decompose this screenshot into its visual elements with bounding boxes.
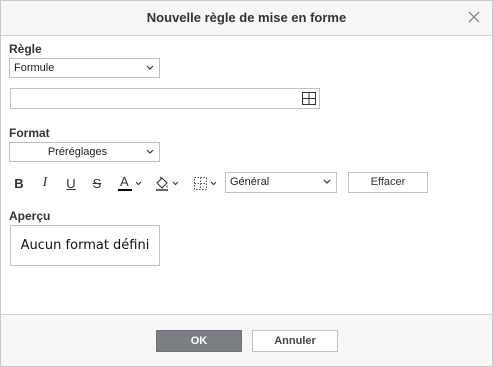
paint-bucket-icon: [156, 176, 168, 191]
borders-icon: [193, 176, 207, 190]
chevron-down-icon: [146, 149, 154, 154]
underline-button[interactable]: U: [63, 173, 79, 193]
chevron-down-icon: [323, 179, 331, 184]
font-color-letter: A: [120, 174, 129, 189]
bold-icon: B: [14, 175, 24, 191]
dialog-titlebar: Nouvelle règle de mise en forme: [1, 1, 492, 36]
formula-input[interactable]: [13, 90, 297, 107]
conditional-format-dialog: Nouvelle règle de mise en forme Règle Fo…: [0, 0, 493, 367]
format-label: Format: [9, 126, 50, 140]
cancel-button[interactable]: Annuler: [252, 330, 338, 352]
dialog-title: Nouvelle règle de mise en forme: [146, 10, 347, 25]
rule-type-select[interactable]: Formule: [9, 58, 160, 78]
borders-button[interactable]: [191, 173, 219, 193]
font-color-icon: A: [118, 174, 132, 192]
bold-button[interactable]: B: [11, 173, 27, 193]
formula-field[interactable]: [10, 88, 320, 109]
strikethrough-button[interactable]: S: [89, 173, 105, 193]
italic-icon: I: [42, 175, 48, 190]
dialog-footer: [1, 314, 492, 366]
close-icon[interactable]: [466, 9, 482, 25]
strikethrough-icon: S: [92, 175, 102, 191]
font-color-button[interactable]: A: [115, 173, 145, 193]
rule-label: Règle: [9, 42, 42, 56]
preview-box: Aucun format défini: [10, 225, 160, 266]
ok-button[interactable]: OK: [156, 330, 242, 352]
underline-icon: U: [66, 175, 76, 191]
preview-label: Aperçu: [9, 209, 51, 223]
presets-value: Préréglages: [47, 146, 108, 158]
clear-button[interactable]: Effacer: [348, 172, 428, 193]
chevron-down-icon: [135, 181, 142, 185]
presets-select[interactable]: Préréglages: [9, 142, 160, 162]
rule-type-value: Formule: [14, 62, 55, 74]
fill-color-button[interactable]: [153, 173, 181, 193]
chevron-down-icon: [210, 181, 216, 185]
preview-text: Aucun format défini: [20, 238, 150, 253]
italic-button[interactable]: I: [37, 173, 53, 193]
chevron-down-icon: [146, 65, 154, 70]
cell-range-icon[interactable]: [302, 92, 316, 105]
number-format-select[interactable]: Général: [225, 172, 337, 193]
font-color-swatch: [118, 189, 132, 191]
chevron-down-icon: [172, 181, 179, 185]
number-format-value: Général: [230, 176, 270, 188]
